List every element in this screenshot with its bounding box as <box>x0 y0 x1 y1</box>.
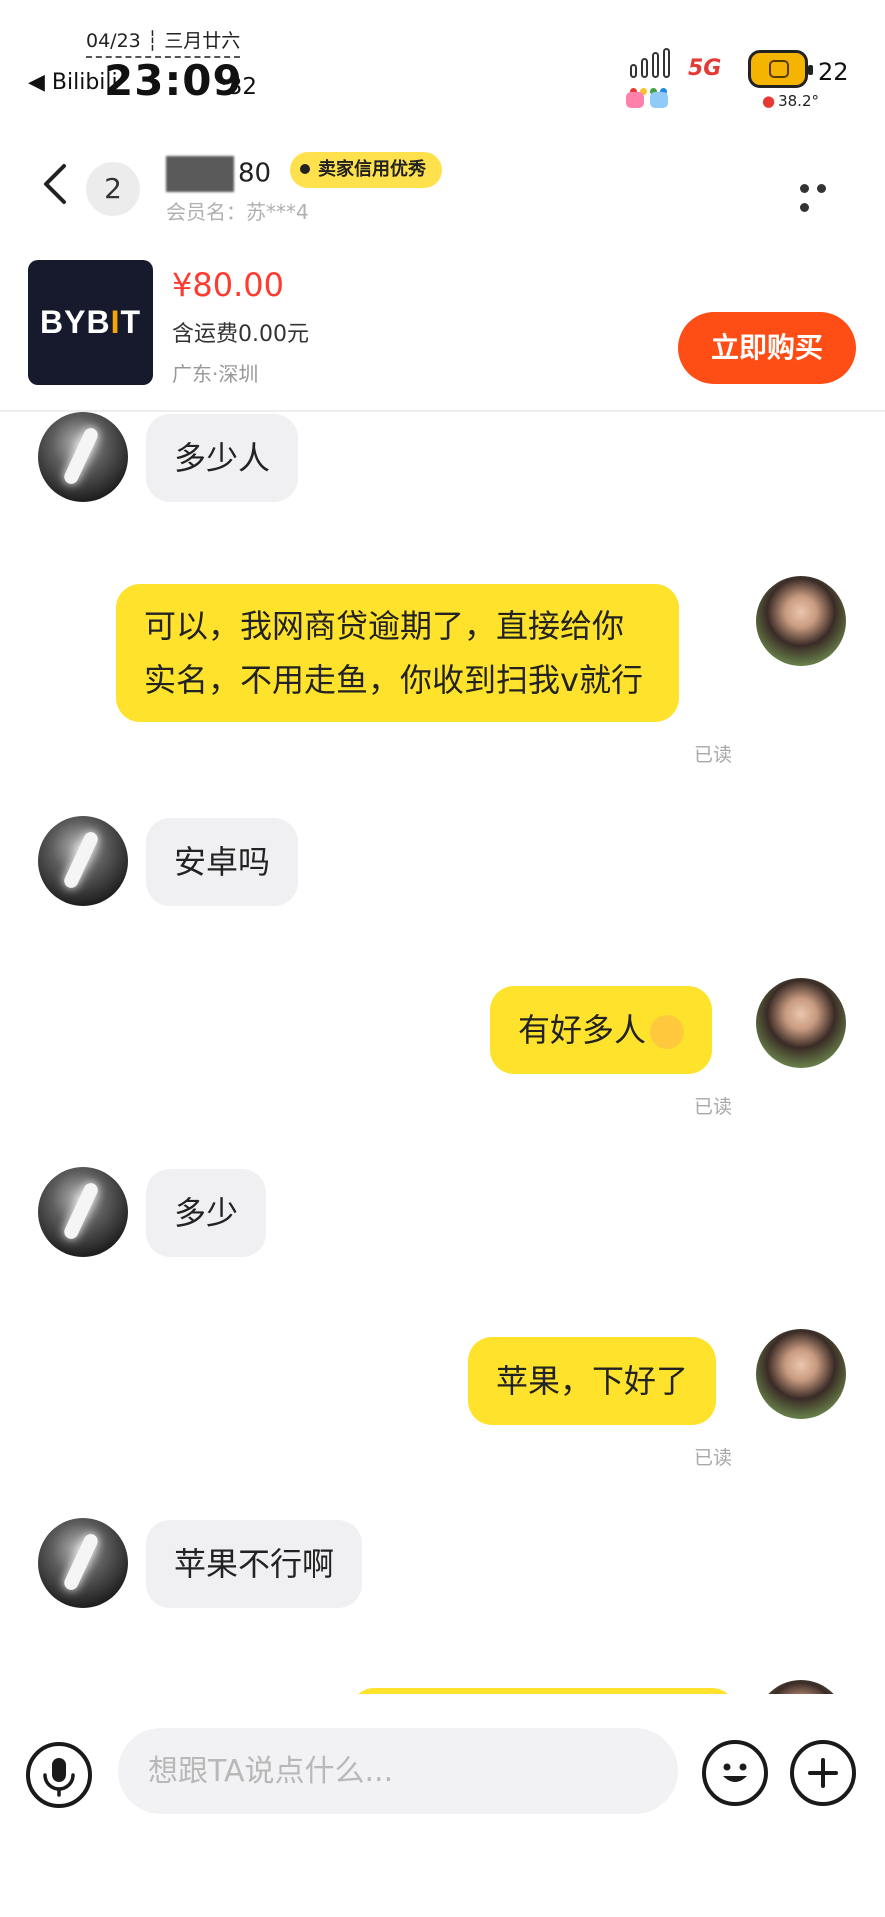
read-receipt: 已读 <box>694 1447 733 1469</box>
seller-name[interactable]: 80 <box>166 156 271 192</box>
message-line: 实名，不用走鱼，你收到扫我v就行 <box>144 661 643 699</box>
buy-now-button[interactable]: 立即购买 <box>678 312 856 384</box>
self-avatar[interactable] <box>756 1680 846 1694</box>
read-receipt: 已读 <box>694 1096 733 1118</box>
buyer-avatar[interactable] <box>38 412 128 502</box>
status-app-icons <box>626 92 674 112</box>
input-bar <box>0 1694 885 1917</box>
seller-name-suffix: 80 <box>238 158 272 189</box>
signal-bars-icon <box>630 48 676 78</box>
temperature-value: 38.2° <box>778 92 819 110</box>
message-list[interactable]: 多少人 可以，我网商贷逾期了，直接给你 实名，不用走鱼，你收到扫我v就行 已读 … <box>0 412 885 1694</box>
message-bubble-sent[interactable]: 可以，我网商贷逾期了，直接给你 实名，不用走鱼，你收到扫我v就行 <box>116 584 679 722</box>
battery-level: 22 <box>818 58 849 86</box>
credit-badge[interactable]: 卖家信用优秀 <box>290 152 442 188</box>
more-options-icon[interactable] <box>800 178 850 212</box>
message-line: 可以，我网商贷逾期了，直接给你 <box>144 607 625 645</box>
member-name: 会员名：苏***4 <box>166 200 309 224</box>
redacted-name-block <box>166 156 234 192</box>
self-avatar[interactable] <box>756 576 846 666</box>
smiling-face-emoji-icon <box>650 1015 685 1049</box>
network-type: 5G <box>688 56 722 81</box>
message-bubble-received[interactable]: 安卓吗 <box>146 818 299 906</box>
back-arrow-icon[interactable] <box>38 162 72 206</box>
message-bubble-sent[interactable]: 苹果，下好了 <box>468 1337 717 1425</box>
message-bubble-sent[interactable]: 有好多人 <box>490 986 713 1074</box>
self-avatar[interactable] <box>756 1329 846 1419</box>
microphone-icon[interactable] <box>26 1742 92 1808</box>
self-avatar[interactable] <box>756 978 846 1068</box>
product-price: ¥80.00 <box>172 266 284 304</box>
message-bubble-received[interactable]: 苹果不行啊 <box>146 1520 363 1608</box>
message-text: 有好多人 <box>518 1011 647 1049</box>
product-shipping: 含运费0.00元 <box>172 322 309 347</box>
chat-header: 2 80 卖家信用优秀 会员名：苏***4 <box>0 140 885 230</box>
unread-count-badge[interactable]: 2 <box>86 162 140 216</box>
plus-icon[interactable] <box>790 1740 856 1806</box>
message-input[interactable] <box>118 1728 678 1814</box>
message-bubble-received[interactable]: 多少 <box>146 1169 267 1257</box>
buyer-avatar[interactable] <box>38 1518 128 1608</box>
status-date: 04/23 ┆ 三月廿六 <box>86 26 241 58</box>
temperature-readout: ● 38.2° <box>762 92 819 110</box>
buyer-avatar[interactable] <box>38 1167 128 1257</box>
battery-icon <box>748 50 813 88</box>
message-bubble-received[interactable]: 多少人 <box>146 414 299 502</box>
status-seconds: :32 <box>220 74 258 100</box>
product-card[interactable]: BYBIT ¥80.00 含运费0.00元 广东·深圳 立即购买 <box>0 252 885 412</box>
product-location: 广东·深圳 <box>172 362 259 386</box>
product-image[interactable]: BYBIT <box>28 260 153 385</box>
status-bar: 04/23 ┆ 三月廿六 ◀ Bilibili 23:09 :32 5G 22 … <box>0 0 885 120</box>
read-receipt: 已读 <box>694 744 733 766</box>
buyer-avatar[interactable] <box>38 816 128 906</box>
smiley-icon[interactable] <box>702 1740 768 1806</box>
